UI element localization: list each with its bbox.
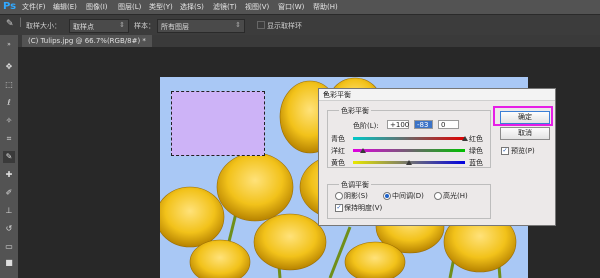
preview-checkbox[interactable]: ✓ [501, 147, 509, 155]
preserve-luminosity-label: 保持明度(V) [344, 204, 383, 212]
level-yellow-blue-field[interactable]: 0 [438, 120, 459, 129]
cancel-button[interactable]: 取消 [500, 127, 550, 140]
highlights-label: 高光(H) [443, 192, 468, 200]
color-balance-group-title: 色彩平衡 [339, 106, 371, 116]
cyan-label: 青色 [331, 135, 345, 143]
blue-label: 蓝色 [469, 159, 483, 167]
green-label: 绿色 [469, 147, 483, 155]
shadows-radio[interactable] [335, 192, 343, 200]
ok-button-highlight [493, 106, 553, 126]
midtones-label: 中间调(D) [392, 192, 424, 200]
magenta-green-slider-thumb[interactable] [359, 148, 366, 153]
tone-balance-group-title: 色调平衡 [339, 180, 371, 190]
level-magenta-green-field[interactable]: -83 [414, 120, 433, 129]
yellow-label: 黄色 [331, 159, 345, 167]
level-cyan-red-field[interactable]: +100 [387, 120, 409, 129]
close-icon[interactable]: × [323, 90, 552, 98]
highlights-radio[interactable] [434, 192, 442, 200]
preview-label: 预览(P) [511, 147, 535, 155]
yellow-blue-slider[interactable] [353, 160, 465, 165]
midtones-radio[interactable] [383, 192, 391, 200]
levels-label: 色阶(L): [353, 122, 379, 130]
shadows-label: 阴影(S) [344, 192, 368, 200]
dialog-title-bar[interactable]: 色彩平衡 × [319, 89, 555, 101]
magenta-label: 洋红 [331, 147, 345, 155]
cyan-red-slider[interactable] [353, 136, 468, 141]
red-label: 红色 [469, 135, 483, 143]
preserve-luminosity-checkbox[interactable]: ✓ [335, 204, 343, 212]
cyan-red-slider-thumb[interactable] [462, 136, 468, 141]
magenta-green-slider[interactable] [353, 148, 465, 153]
yellow-blue-slider-thumb[interactable] [406, 160, 412, 165]
